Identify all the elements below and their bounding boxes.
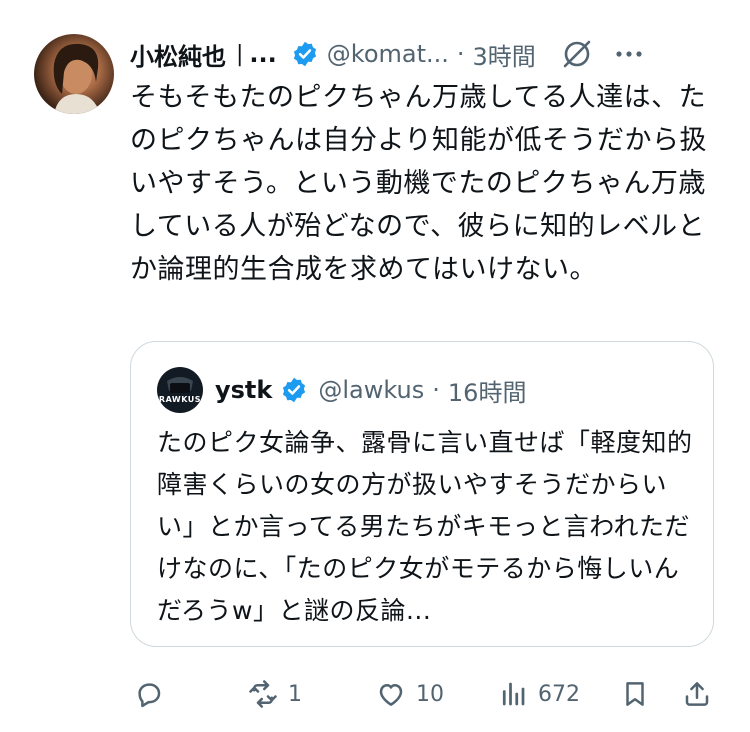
header-dot: · [456,40,465,68]
author-handle[interactable]: @komat... [327,40,449,68]
bookmark-button[interactable] [620,672,650,716]
retweet-button[interactable]: 1 [248,672,302,716]
like-button[interactable]: 10 [376,672,444,716]
tweet-header: 小松純也 | ... @komat... · 3時間 [130,34,730,74]
views-button[interactable]: 672 [498,672,580,716]
share-button[interactable] [682,672,712,716]
verified-badge-icon [283,377,306,403]
retweet-count: 1 [288,681,302,707]
like-count: 10 [416,681,444,707]
more-icon[interactable] [612,37,646,71]
tweet-text: そもそもたのピクちゃん万歳してる人達は、たのピクちゃんは自分より知能が低そうだか… [130,82,707,285]
action-bar: 1 10 672 [130,672,730,716]
quoted-tweet-time: 16時間 [447,378,527,407]
like-icon [379,684,403,706]
reply-button[interactable] [134,672,174,716]
bookmark-icon [626,682,644,706]
quoted-author-name: ystk [215,376,273,404]
quoted-tweet-header: RAWKUS ystk @lawkus · 16時間 [157,367,527,413]
retweet-icon [249,680,277,708]
quoted-tweet-text: たのピク女論争、露骨に言い直せば「軽度知的障害くらいの女の方が扱いやすそうだから… [157,428,693,625]
quoted-author-avatar[interactable]: RAWKUS [157,367,203,413]
quoted-avatar-text: RAWKUS [158,395,202,404]
views-count: 672 [538,681,580,707]
author-name[interactable]: 小松純也 [130,37,226,72]
share-icon [685,682,709,706]
reply-icon [138,683,161,708]
grok-icon[interactable] [560,37,594,71]
quoted-header-dot: · [432,376,440,404]
views-icon [502,682,525,706]
name-separator: | [236,41,244,67]
quoted-author-handle: @lawkus [318,376,425,404]
author-avatar[interactable] [34,34,114,114]
verified-badge-icon [293,41,316,67]
name-ellipsis: ... [249,40,277,68]
quoted-tweet[interactable]: RAWKUS ystk @lawkus · 16時間 たのピク女論争、露骨に言い… [130,341,714,647]
tweet-time[interactable]: 3時間 [473,37,536,72]
